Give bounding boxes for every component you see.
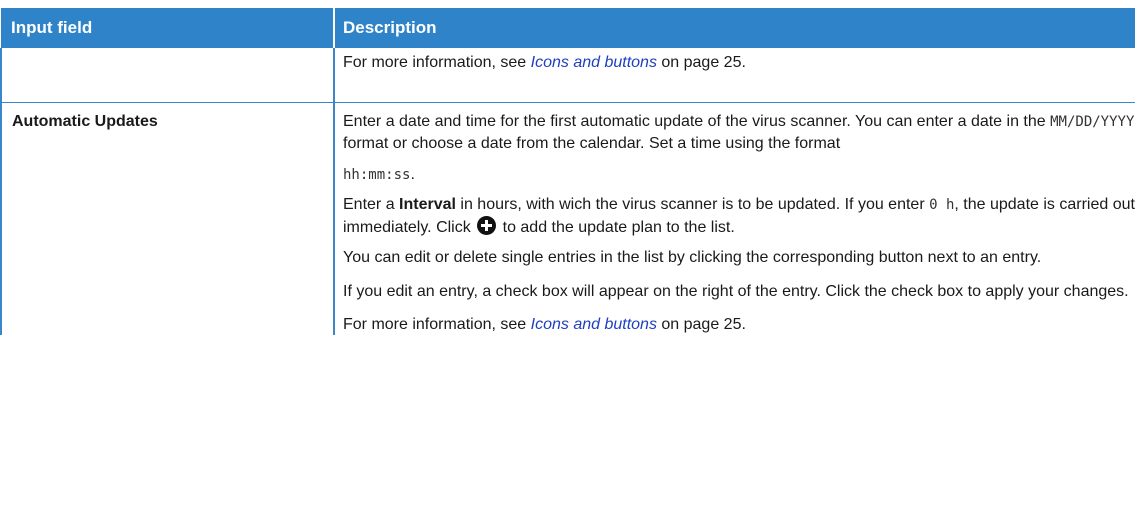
header-description: Description	[333, 8, 1135, 48]
header-input-field: Input field	[1, 8, 334, 48]
paragraph-more-info: For more information, see Icons and butt…	[343, 316, 746, 333]
description-table: Input field Description For more informa…	[0, 8, 1135, 335]
description-cell: Enter a date and time for the first auto…	[333, 102, 1135, 335]
paragraph-first-update: Enter a date and time for the first auto…	[343, 113, 1135, 183]
paragraph-edit-delete: You can edit or delete single entries in…	[343, 249, 1042, 266]
table-row: For more information, see Icons and butt…	[0, 48, 1135, 103]
zero-hours-code: 0 h	[929, 197, 955, 213]
date-format-code: MM/DD/YYYY	[1050, 114, 1135, 130]
field-cell-empty	[0, 48, 334, 103]
paragraph-check-box: If you edit an entry, a check box will a…	[343, 283, 1129, 300]
info-text-prefix: For more information, see	[343, 54, 531, 71]
info-text-suffix: on page 25.	[656, 54, 746, 71]
table-header-row: Input field Description	[1, 8, 1135, 48]
paragraph-interval: Enter a Interval in hours, with wich the…	[343, 196, 1135, 236]
icons-and-buttons-link[interactable]: Icons and buttons	[531, 316, 657, 333]
icons-and-buttons-link[interactable]: Icons and buttons	[531, 54, 657, 71]
interval-label: Interval	[399, 196, 456, 213]
time-format-code: hh:mm:ss	[343, 167, 411, 183]
table-row: Automatic Updates Enter a date and time …	[0, 102, 1135, 335]
field-cell-automatic-updates: Automatic Updates	[0, 102, 334, 335]
plus-circle-icon	[477, 216, 497, 235]
description-cell: For more information, see Icons and butt…	[333, 48, 1135, 103]
